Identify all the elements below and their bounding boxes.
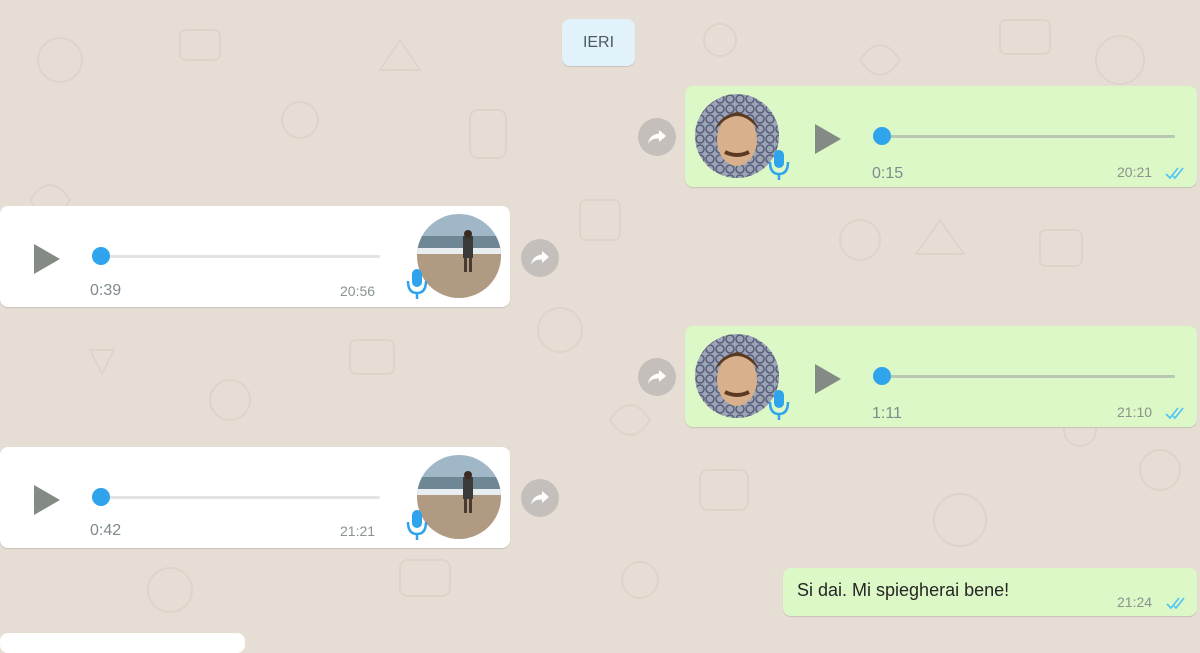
play-icon[interactable] [32,483,62,517]
message-bubble-outgoing-voice[interactable]: 1:11 21:10 [685,326,1197,427]
message-time: 21:24 [1117,594,1153,610]
avatar [417,455,501,539]
voice-duration: 0:15 [872,165,904,182]
play-icon[interactable] [813,122,843,156]
message-text: Si dai. Mi spiegherai bene! [797,580,1010,600]
voice-duration: 0:39 [90,282,122,299]
forward-button[interactable] [638,358,676,396]
forward-icon [648,130,666,144]
message-bubble-outgoing-text[interactable]: Si dai. Mi spiegherai bene! 21:24 [783,568,1197,616]
forward-icon [648,370,666,384]
audio-progress-track[interactable] [875,135,1175,138]
play-icon[interactable] [813,362,843,396]
double-check-icon [1166,597,1185,610]
mic-icon [406,510,428,540]
forward-button[interactable] [521,479,559,517]
message-bubble-outgoing-voice[interactable]: 0:15 20:21 [685,86,1197,187]
forward-button[interactable] [638,118,676,156]
forward-icon [531,491,549,505]
message-time: 20:56 [340,283,376,299]
mic-icon [406,269,428,299]
message-bubble-incoming-partial[interactable] [0,633,245,653]
audio-progress-knob[interactable] [92,247,110,265]
double-check-icon [1165,167,1184,180]
play-icon[interactable] [32,242,62,276]
voice-duration: 0:42 [90,522,122,539]
mic-icon [768,390,790,420]
forward-icon [531,251,549,265]
audio-progress-track[interactable] [100,255,380,258]
date-separator-label: IERI [582,33,615,51]
avatar [417,214,501,298]
mic-icon [768,150,790,180]
message-time: 21:21 [340,523,376,539]
audio-progress-knob[interactable] [92,488,110,506]
date-separator: IERI [562,19,635,66]
audio-progress-knob[interactable] [873,367,891,385]
double-check-icon [1165,407,1184,420]
message-time: 21:10 [1117,404,1153,420]
audio-progress-track[interactable] [100,496,380,499]
message-bubble-incoming-voice[interactable]: 0:39 20:56 [0,206,510,307]
audio-progress-knob[interactable] [873,127,891,145]
message-bubble-incoming-voice[interactable]: 0:42 21:21 [0,447,510,548]
forward-button[interactable] [521,239,559,277]
voice-duration: 1:11 [872,405,902,422]
audio-progress-track[interactable] [875,375,1175,378]
message-time: 20:21 [1117,164,1153,180]
